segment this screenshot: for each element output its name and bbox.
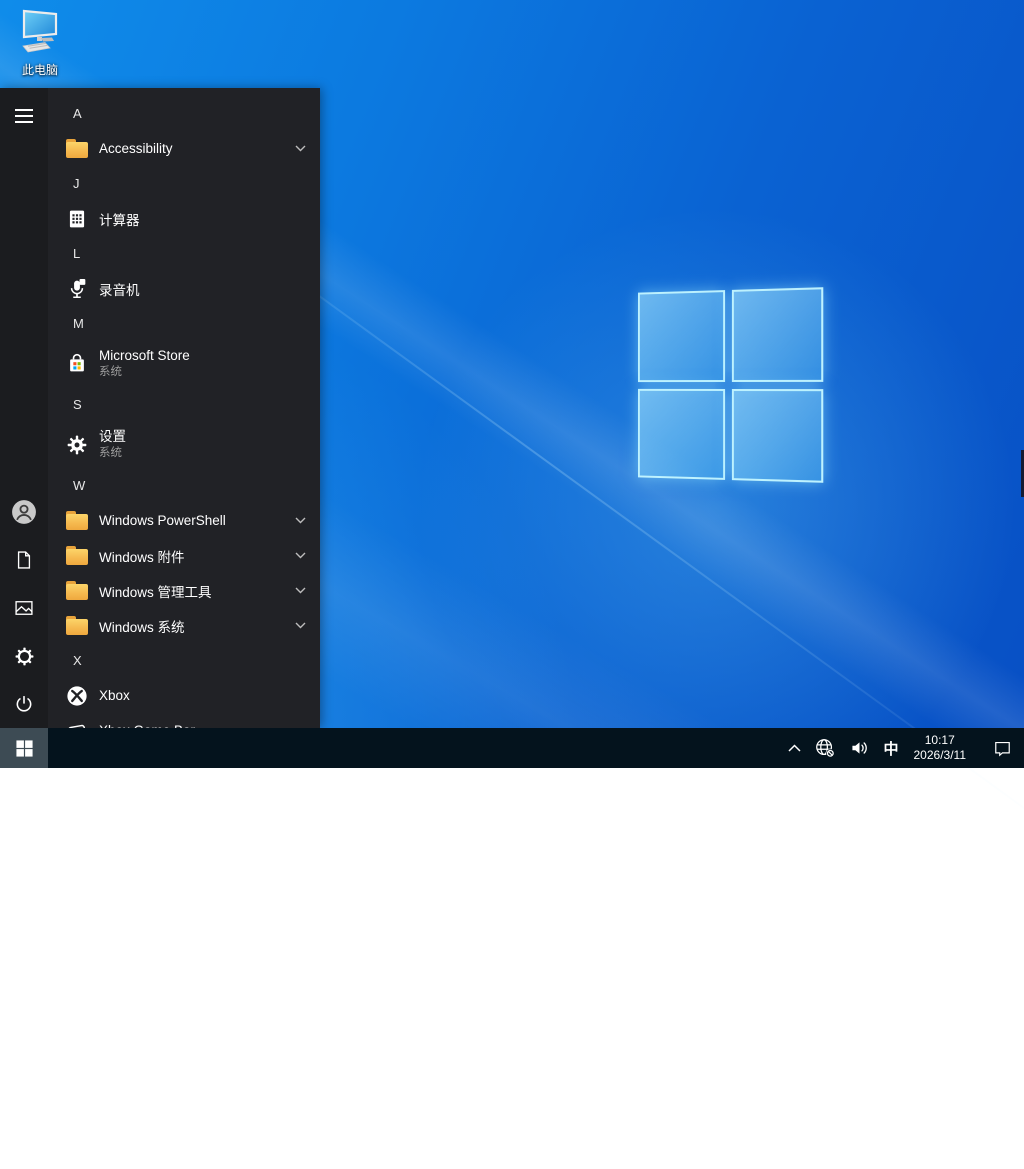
start-item-windows-accessories[interactable]: Windows 附件 — [48, 538, 320, 573]
section-header-l: L — [48, 236, 320, 271]
hamburger-menu-icon[interactable] — [0, 92, 48, 140]
app-label: Xbox — [99, 688, 130, 703]
start-item-voice-recorder[interactable]: 录音机 — [48, 271, 320, 306]
windows-logo-pane — [638, 290, 725, 381]
folder-icon — [65, 614, 89, 638]
section-header-s: S — [48, 387, 320, 422]
folder-icon — [65, 137, 89, 161]
start-item-accessibility[interactable]: Accessibility — [48, 131, 320, 166]
chevron-down-icon[interactable] — [295, 552, 306, 559]
chevron-down-icon[interactable] — [295, 145, 306, 152]
chevron-down-icon[interactable] — [295, 587, 306, 594]
section-header-m: M — [48, 306, 320, 341]
section-letter[interactable]: X — [73, 653, 82, 668]
system-tray: 中 10:17 2026/3/11 — [786, 728, 1024, 768]
app-sublabel: 系统 — [99, 365, 190, 379]
gamebar-icon — [65, 719, 89, 729]
microphone-icon — [65, 277, 89, 301]
section-letter[interactable]: S — [73, 397, 82, 412]
section-header-j: J — [48, 166, 320, 201]
network-globe-icon[interactable] — [812, 728, 838, 768]
windows-logo-icon — [16, 740, 33, 757]
clock-date: 2026/3/11 — [914, 748, 967, 763]
start-menu: A Accessibility J 计算器 — [0, 88, 320, 728]
windows-logo-pane — [638, 388, 725, 479]
app-label: Microsoft Store — [99, 348, 190, 365]
power-icon[interactable] — [0, 680, 48, 728]
section-letter[interactable]: M — [73, 316, 84, 331]
start-menu-rail — [0, 88, 48, 728]
start-item-xbox[interactable]: Xbox — [48, 678, 320, 713]
settings-gear-icon[interactable] — [0, 632, 48, 680]
start-button[interactable] — [0, 728, 48, 768]
app-label: Accessibility — [99, 141, 173, 156]
folder-icon — [65, 544, 89, 568]
taskbar-empty-area[interactable] — [48, 728, 786, 768]
start-item-calculator[interactable]: 计算器 — [48, 201, 320, 236]
app-label: Windows 管理工具 — [99, 581, 212, 601]
section-header-x: X — [48, 643, 320, 678]
windows-logo-wallpaper — [638, 287, 823, 483]
windows-logo-pane — [731, 287, 823, 381]
desktop-icon-label: 此电脑 — [6, 61, 74, 78]
app-label: 设置 — [99, 429, 126, 446]
action-center-icon[interactable] — [991, 728, 1014, 768]
taskbar-clock[interactable]: 10:17 2026/3/11 — [910, 733, 971, 763]
section-letter[interactable]: W — [73, 478, 85, 493]
app-label: 录音机 — [99, 279, 140, 299]
taskbar: 中 10:17 2026/3/11 — [0, 728, 1024, 768]
app-sublabel: 系统 — [99, 446, 126, 460]
ime-indicator[interactable]: 中 — [881, 728, 900, 768]
user-account-icon[interactable] — [0, 488, 48, 536]
xbox-icon — [65, 684, 89, 708]
volume-icon[interactable] — [847, 728, 872, 768]
clock-time: 10:17 — [914, 733, 967, 748]
app-label: Windows PowerShell — [99, 513, 226, 528]
desktop-icon-this-pc[interactable]: 此电脑 — [6, 8, 74, 78]
windows-logo-pane — [731, 389, 823, 483]
rail-spacer — [0, 140, 48, 488]
section-header-w: W — [48, 468, 320, 503]
section-header-a: A — [48, 96, 320, 131]
start-app-list: A Accessibility J 计算器 — [48, 88, 320, 728]
documents-icon[interactable] — [0, 536, 48, 584]
section-letter[interactable]: L — [73, 246, 80, 261]
section-letter[interactable]: J — [73, 176, 80, 191]
chevron-down-icon[interactable] — [295, 517, 306, 524]
chevron-down-icon[interactable] — [295, 622, 306, 629]
start-item-windows-powershell[interactable]: Windows PowerShell — [48, 503, 320, 538]
app-label: Windows 附件 — [99, 546, 185, 566]
tray-chevron-up-icon[interactable] — [786, 728, 803, 768]
store-icon — [65, 352, 89, 376]
start-item-windows-system[interactable]: Windows 系统 — [48, 608, 320, 643]
section-letter[interactable]: A — [73, 106, 82, 121]
app-label: 计算器 — [99, 209, 140, 229]
computer-monitor-icon — [16, 8, 64, 60]
start-item-settings[interactable]: 设置 系统 — [48, 422, 320, 468]
calculator-icon — [65, 207, 89, 231]
start-item-windows-admin-tools[interactable]: Windows 管理工具 — [48, 573, 320, 608]
app-label: Windows 系统 — [99, 616, 185, 636]
pictures-icon[interactable] — [0, 584, 48, 632]
start-item-microsoft-store[interactable]: Microsoft Store 系统 — [48, 341, 320, 387]
folder-icon — [65, 509, 89, 533]
start-item-xbox-game-bar[interactable]: Xbox Game Bar — [48, 713, 320, 728]
folder-icon — [65, 579, 89, 603]
gear-icon — [65, 433, 89, 457]
